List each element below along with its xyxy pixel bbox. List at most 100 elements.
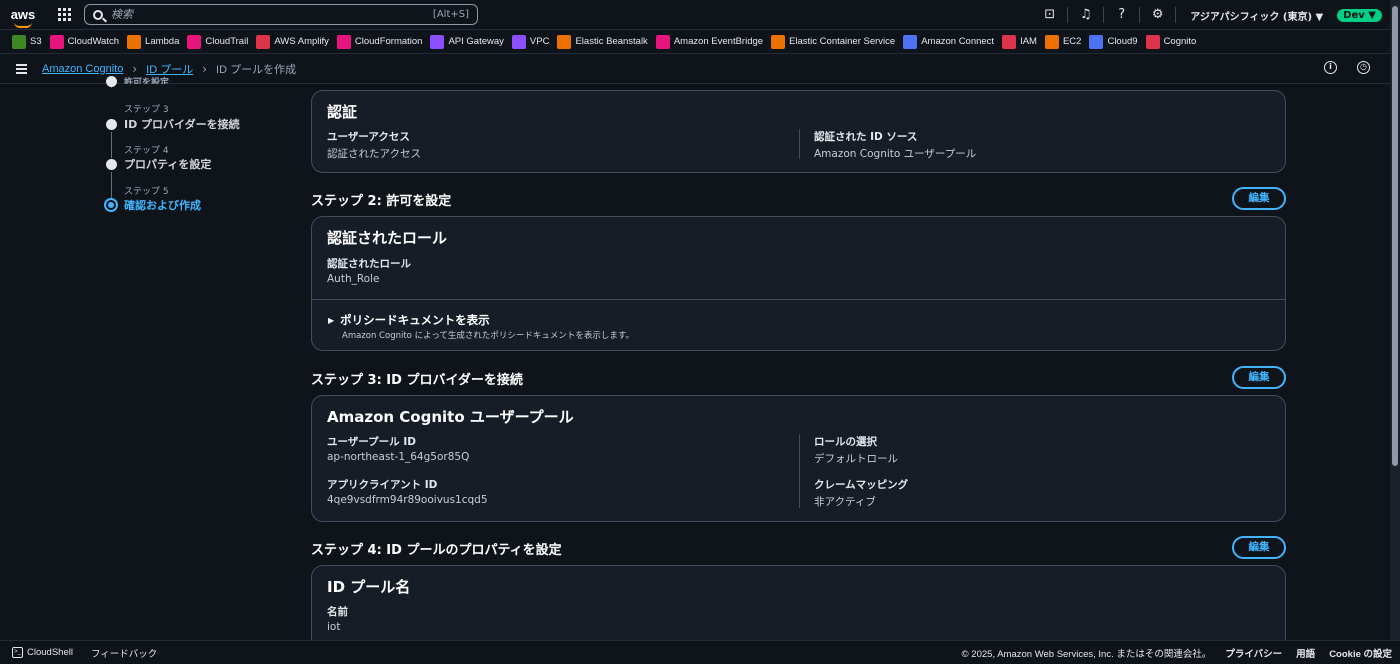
- favorite-cognito[interactable]: Cognito: [1145, 34, 1196, 49]
- aws-logo[interactable]: aws: [0, 7, 46, 28]
- favorite-cloudwatch[interactable]: CloudWatch: [49, 34, 120, 49]
- favorite-label: CloudWatch: [67, 36, 120, 47]
- role-selection-key: ロールの選択: [814, 436, 877, 448]
- step-3-label: ステップ 3: [124, 105, 169, 115]
- favorite-label: Elastic Container Service: [789, 36, 896, 47]
- favorite-elastic-beanstalk[interactable]: Elastic Beanstalk: [557, 34, 648, 49]
- app-client-id-key: アプリクライアント ID: [327, 479, 438, 491]
- step-4-title[interactable]: プロパティを設定: [124, 156, 211, 172]
- favorite-cloudtrail[interactable]: CloudTrail: [187, 34, 249, 49]
- policy-document-description: Amazon Cognito によって生成されたポリシードキュメントを表示します…: [342, 331, 635, 341]
- policy-document-expander[interactable]: ポリシードキュメントを表示 Amazon Cognito によって生成されたポリ…: [328, 312, 634, 341]
- step-3-heading: ステップ 3: ID プロバイダーを接続: [311, 373, 523, 388]
- claim-mapping-key: クレームマッピング: [814, 479, 909, 491]
- favorite-lambda[interactable]: Lambda: [127, 34, 179, 49]
- pool-name-value: iot: [327, 621, 341, 633]
- favorite-label: Amazon Connect: [921, 36, 995, 47]
- step-4-edit-button[interactable]: 編集: [1232, 536, 1286, 559]
- step-4-dot: [106, 159, 117, 170]
- auth-card: 認証 ユーザーアクセス 認証されたアクセス 認証された ID ソース Amazo…: [311, 90, 1286, 173]
- id-source-value: Amazon Cognito ユーザープール: [814, 148, 977, 160]
- search-icon: [93, 9, 103, 20]
- step-3-dot: [106, 119, 117, 130]
- breadcrumb-cognito[interactable]: Amazon Cognito: [42, 63, 123, 75]
- id-source-field: 認証された ID ソース Amazon Cognito ユーザープール: [814, 129, 976, 161]
- favorite-aws-amplify[interactable]: AWS Amplify: [256, 34, 329, 49]
- pool-name-field: 名前 iot: [327, 604, 348, 633]
- auth-role-field: 認証されたロール Auth_Role: [327, 256, 411, 285]
- menu-hamburger-icon[interactable]: [0, 63, 42, 74]
- service-icon: [655, 34, 670, 49]
- search-box[interactable]: [Alt+S]: [84, 4, 478, 25]
- service-icon: [430, 34, 445, 49]
- favorite-label: API Gateway: [448, 36, 504, 47]
- auth-role-value: Auth_Role: [327, 273, 380, 285]
- user-pool-id-field: ユーザープール ID ap-northeast-1_64g5or85Q: [327, 434, 469, 463]
- cloudshell-icon[interactable]: ⊡: [1032, 7, 1069, 23]
- page-scrollbar[interactable]: [1390, 0, 1400, 640]
- region-selector[interactable]: アジアパシフィック (東京) ▼: [1176, 8, 1337, 23]
- step-3-title[interactable]: ID プロバイダーを接続: [124, 116, 240, 132]
- services-grid-icon[interactable]: [46, 8, 82, 21]
- favorite-cloud9[interactable]: Cloud9: [1089, 34, 1138, 49]
- user-pool-id-key: ユーザープール ID: [327, 436, 416, 448]
- service-icon: [12, 34, 26, 49]
- cookie-settings-link[interactable]: Cookie の設定: [1329, 646, 1392, 660]
- favorite-s3[interactable]: S3: [12, 34, 42, 49]
- user-access-value: 認証されたアクセス: [327, 148, 421, 160]
- info-icon[interactable]: i: [1324, 61, 1337, 74]
- favorite-label: CloudTrail: [205, 36, 249, 47]
- scrollbar-thumb[interactable]: [1392, 6, 1398, 466]
- help-icon[interactable]: ?: [1104, 7, 1141, 23]
- favorite-label: EC2: [1062, 36, 1082, 47]
- favorite-label: IAM: [1020, 36, 1037, 47]
- favorite-iam[interactable]: IAM: [1002, 34, 1037, 49]
- claim-mapping-field: クレームマッピング 非アクティブ: [814, 477, 908, 509]
- favorite-label: CloudFormation: [354, 36, 423, 47]
- step-2-heading: ステップ 2: 許可を設定: [311, 194, 452, 209]
- step-2-partial-title[interactable]: 許可を設定: [124, 75, 169, 84]
- step-5-title: 確認および作成: [124, 199, 201, 212]
- policy-document-title[interactable]: ポリシードキュメントを表示: [328, 312, 634, 328]
- breadcrumb-current: ID プールを作成: [216, 63, 297, 76]
- favorite-api-gateway[interactable]: API Gateway: [430, 34, 504, 49]
- favorite-ec2[interactable]: EC2: [1044, 34, 1082, 49]
- favorite-elastic-container-service[interactable]: Elastic Container Service: [771, 34, 896, 49]
- cognito-user-pool-card: Amazon Cognito ユーザープール ユーザープール ID ap-nor…: [311, 395, 1286, 522]
- chevron-right-icon: ›: [132, 61, 138, 76]
- service-icon: [511, 34, 526, 49]
- service-icon: [557, 34, 572, 49]
- footer: >_ CloudShell フィードバック © 2025, Amazon Web…: [0, 640, 1400, 664]
- settings-gear-icon[interactable]: ⚙: [1140, 7, 1177, 23]
- favorite-vpc[interactable]: VPC: [511, 34, 549, 49]
- favorite-amazon-eventbridge[interactable]: Amazon EventBridge: [655, 34, 763, 49]
- service-icon: [1044, 34, 1059, 49]
- breadcrumb-bar: Amazon Cognito › ID プール › ID プールを作成 i ◷: [0, 54, 1390, 84]
- user-access-key: ユーザーアクセス: [327, 131, 410, 143]
- role-selection-value: デフォルトロール: [814, 453, 898, 465]
- step-2-edit-button[interactable]: 編集: [1232, 187, 1286, 210]
- step-connector: [111, 172, 112, 198]
- favorite-cloudformation[interactable]: CloudFormation: [336, 34, 423, 49]
- column-divider: [799, 434, 800, 508]
- step-3-edit-button[interactable]: 編集: [1232, 366, 1286, 389]
- chevron-right-icon: ›: [202, 61, 208, 76]
- service-icon: [1002, 34, 1017, 49]
- cloudshell-icon[interactable]: >_: [12, 647, 23, 658]
- favorite-amazon-connect[interactable]: Amazon Connect: [903, 34, 995, 49]
- cloudshell-link[interactable]: CloudShell: [27, 647, 73, 658]
- terms-link[interactable]: 用語: [1296, 646, 1315, 660]
- card-divider: [312, 299, 1285, 300]
- privacy-link[interactable]: プライバシー: [1225, 646, 1282, 660]
- id-pool-name-card-title: ID プール名: [327, 578, 411, 596]
- recent-history-icon[interactable]: ◷: [1357, 61, 1370, 74]
- account-menu[interactable]: Dev ▼: [1337, 8, 1382, 22]
- search-input[interactable]: [111, 8, 433, 21]
- service-icon: [771, 34, 786, 49]
- feedback-link[interactable]: フィードバック: [91, 646, 157, 660]
- favorite-label: Elastic Beanstalk: [575, 36, 648, 47]
- service-icon: [336, 34, 351, 49]
- step-5-label: ステップ 5: [124, 187, 169, 197]
- notifications-bell-icon[interactable]: ♫: [1068, 7, 1105, 23]
- service-icon: [1089, 34, 1104, 49]
